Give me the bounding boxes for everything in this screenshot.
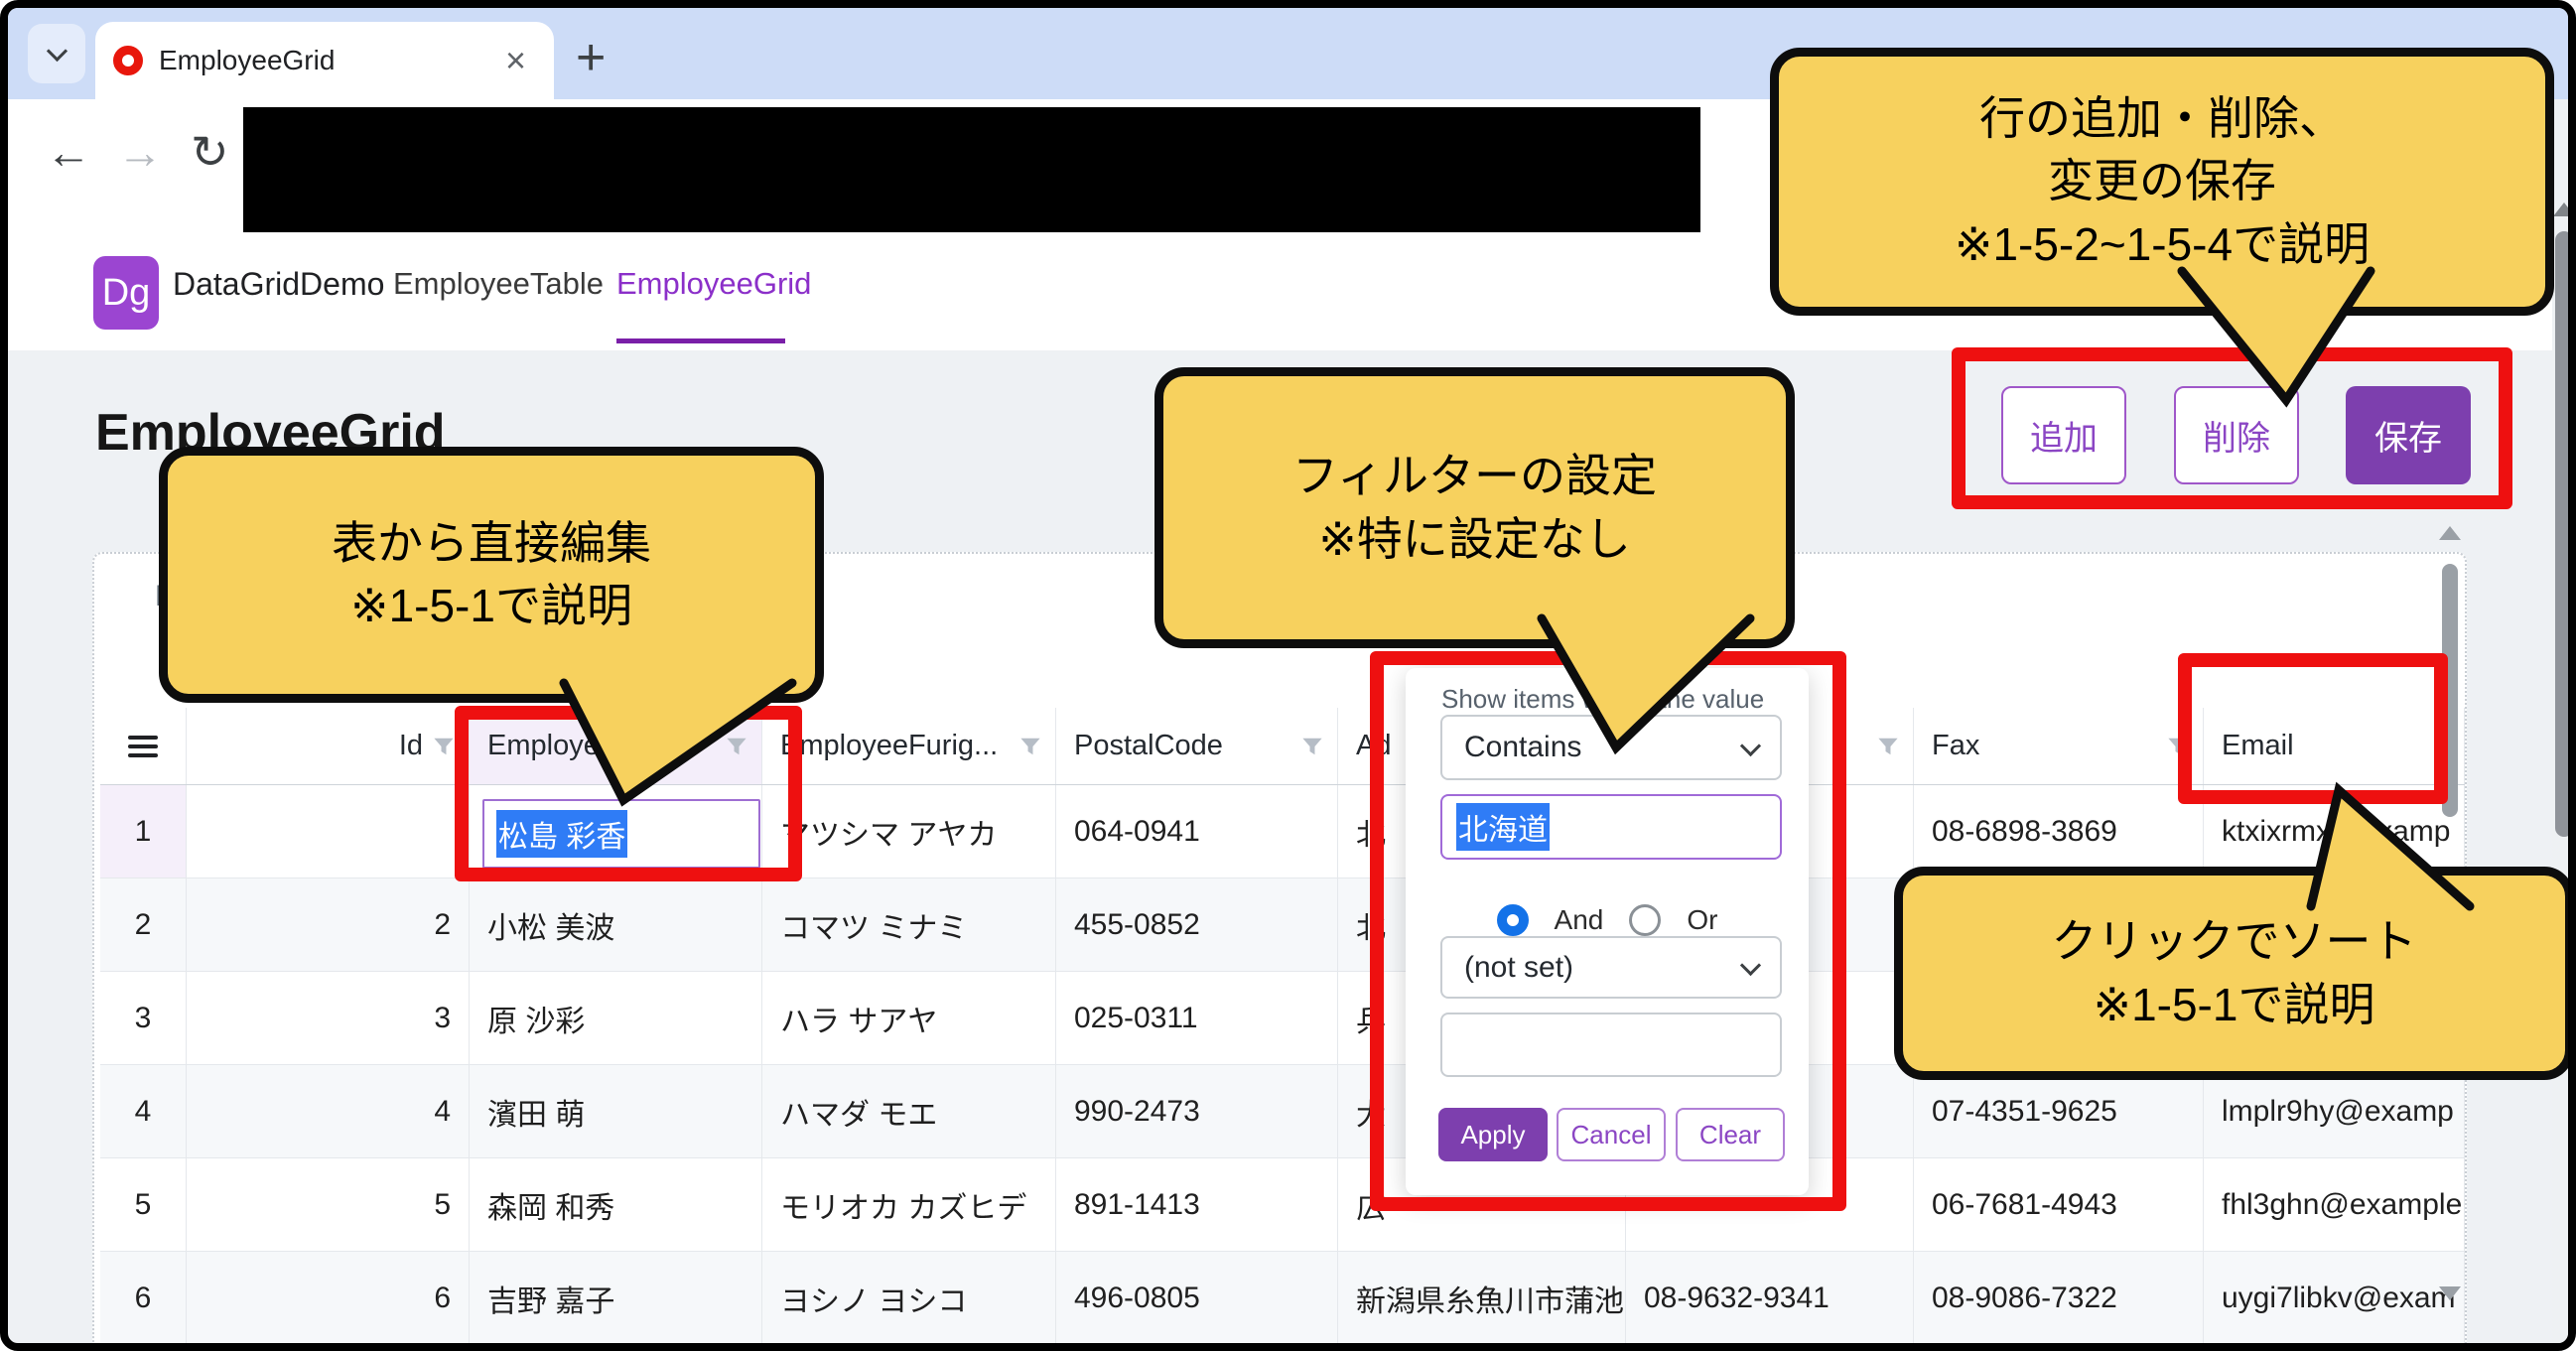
tab-search-button[interactable]: [28, 24, 85, 83]
callout-line: フィルターの設定: [1292, 445, 1657, 507]
site-favicon-icon: [113, 46, 143, 75]
column-header-fax[interactable]: Fax: [1914, 708, 2204, 784]
callout-line: 行の追加・削除、: [1979, 87, 2345, 150]
close-tab-icon[interactable]: ×: [505, 43, 526, 78]
browser-window: EmployeeGrid × + ← → ↻ Dg DataGridDemo E…: [0, 0, 2576, 1351]
column-label: Id: [204, 730, 423, 762]
grid-scroll-down-icon[interactable]: [2439, 1286, 2461, 1300]
row-number[interactable]: 4: [100, 1065, 187, 1157]
column-label: Fax: [1932, 730, 2167, 762]
row-number[interactable]: 1: [100, 785, 187, 878]
cell-fax[interactable]: 06-7681-4943: [1914, 1158, 2204, 1251]
browser-scrollbar-thumb[interactable]: [2555, 231, 2573, 837]
brand-name[interactable]: DataGridDemo: [173, 266, 384, 303]
cell-address[interactable]: 新潟県糸魚川市蒲池: [1338, 1252, 1626, 1344]
menu-icon: [128, 736, 158, 757]
table-row[interactable]: [100, 1345, 2465, 1351]
row-number[interactable]: 6: [100, 1252, 187, 1344]
cell-fax[interactable]: 08-9086-7322: [1914, 1252, 2204, 1344]
back-icon[interactable]: ←: [46, 129, 91, 175]
active-tab-underline: [616, 338, 785, 343]
app-logo[interactable]: Dg: [93, 256, 159, 330]
filter-icon[interactable]: [1301, 736, 1323, 757]
browser-tab[interactable]: EmployeeGrid ×: [95, 22, 554, 99]
tab-title: EmployeeGrid: [159, 45, 335, 76]
grid-scroll-up-icon[interactable]: [2439, 526, 2461, 540]
cell-name[interactable]: 森岡 和秀: [470, 1158, 762, 1251]
row-number[interactable]: 3: [100, 972, 187, 1064]
cell-postal[interactable]: 455-0852: [1056, 878, 1338, 971]
filter-icon[interactable]: [1877, 736, 1899, 757]
cell-id[interactable]: 5: [187, 1158, 470, 1251]
cell-furigana[interactable]: コマツ ミナミ: [762, 878, 1056, 971]
cell-email[interactable]: fhl3ghn@example: [2204, 1158, 2465, 1251]
cell-furigana[interactable]: ヨシノ ヨシコ: [762, 1252, 1056, 1344]
callout-tail: [514, 653, 852, 822]
cell-postal[interactable]: 496-0805: [1056, 1252, 1338, 1344]
scroll-up-icon[interactable]: [2553, 203, 2575, 216]
cell-furigana[interactable]: ハラ サアヤ: [762, 972, 1056, 1064]
nav-link-employeetable[interactable]: EmployeeTable: [393, 266, 604, 302]
reload-icon[interactable]: ↻: [191, 129, 229, 175]
cell-postal[interactable]: 990-2473: [1056, 1065, 1338, 1157]
cell-id[interactable]: 6: [187, 1252, 470, 1344]
cell-postal[interactable]: 025-0311: [1056, 972, 1338, 1064]
table-row[interactable]: 5 5 森岡 和秀 モリオカ カズヒデ 891-1413 広 06-7681-4…: [100, 1158, 2465, 1252]
callout-line: ※特に設定なし: [1318, 508, 1631, 571]
cell-name[interactable]: 吉野 嘉子: [470, 1252, 762, 1344]
cell-name[interactable]: 小松 美波: [470, 878, 762, 971]
cell-postal[interactable]: 064-0941: [1056, 785, 1338, 878]
callout-line: ※1-5-1で説明: [350, 575, 632, 637]
nav-link-employeegrid[interactable]: EmployeeGrid: [616, 266, 811, 302]
cell-id[interactable]: 2: [187, 878, 470, 971]
callout-tail: [2142, 236, 2420, 425]
filter-icon[interactable]: [433, 736, 455, 757]
cell-name[interactable]: 原 沙彩: [470, 972, 762, 1064]
cell-furigana[interactable]: モリオカ カズヒデ: [762, 1158, 1056, 1251]
cell-email[interactable]: uygi7libkv@exam: [2204, 1252, 2465, 1344]
forward-icon[interactable]: →: [117, 129, 163, 175]
new-tab-button[interactable]: +: [576, 32, 606, 83]
cell-postal[interactable]: 891-1413: [1056, 1158, 1338, 1251]
chevron-down-icon: [46, 40, 67, 61]
callout-line: ※1-5-1で説明: [2094, 974, 2375, 1036]
column-label: PostalCode: [1074, 730, 1301, 762]
column-header-postalcode[interactable]: PostalCode: [1056, 708, 1338, 784]
cell-tel[interactable]: 08-9632-9341: [1626, 1252, 1914, 1344]
redacted-address-bar: [243, 107, 1700, 232]
filter-icon[interactable]: [1019, 736, 1041, 757]
table-row[interactable]: 6 6 吉野 嘉子 ヨシノ ヨシコ 496-0805 新潟県糸魚川市蒲池 08-…: [100, 1252, 2465, 1345]
cell-furigana[interactable]: ハマダ モエ: [762, 1065, 1056, 1157]
cell-fax[interactable]: 08-6898-3869: [1914, 785, 2204, 878]
callout-line: 表から直接編集: [332, 512, 651, 575]
row-number[interactable]: 2: [100, 878, 187, 971]
column-menu-header[interactable]: [100, 708, 187, 784]
cell-name[interactable]: 濱田 萌: [470, 1065, 762, 1157]
callout-tail: [1497, 584, 1805, 767]
callout-tail: [2261, 762, 2500, 921]
callout-line: 変更の保存: [2048, 150, 2276, 212]
cell-id[interactable]: 3: [187, 972, 470, 1064]
column-header-id[interactable]: Id: [187, 708, 470, 784]
cell-id[interactable]: [187, 785, 470, 878]
cell-id[interactable]: 4: [187, 1065, 470, 1157]
row-number[interactable]: 5: [100, 1158, 187, 1251]
